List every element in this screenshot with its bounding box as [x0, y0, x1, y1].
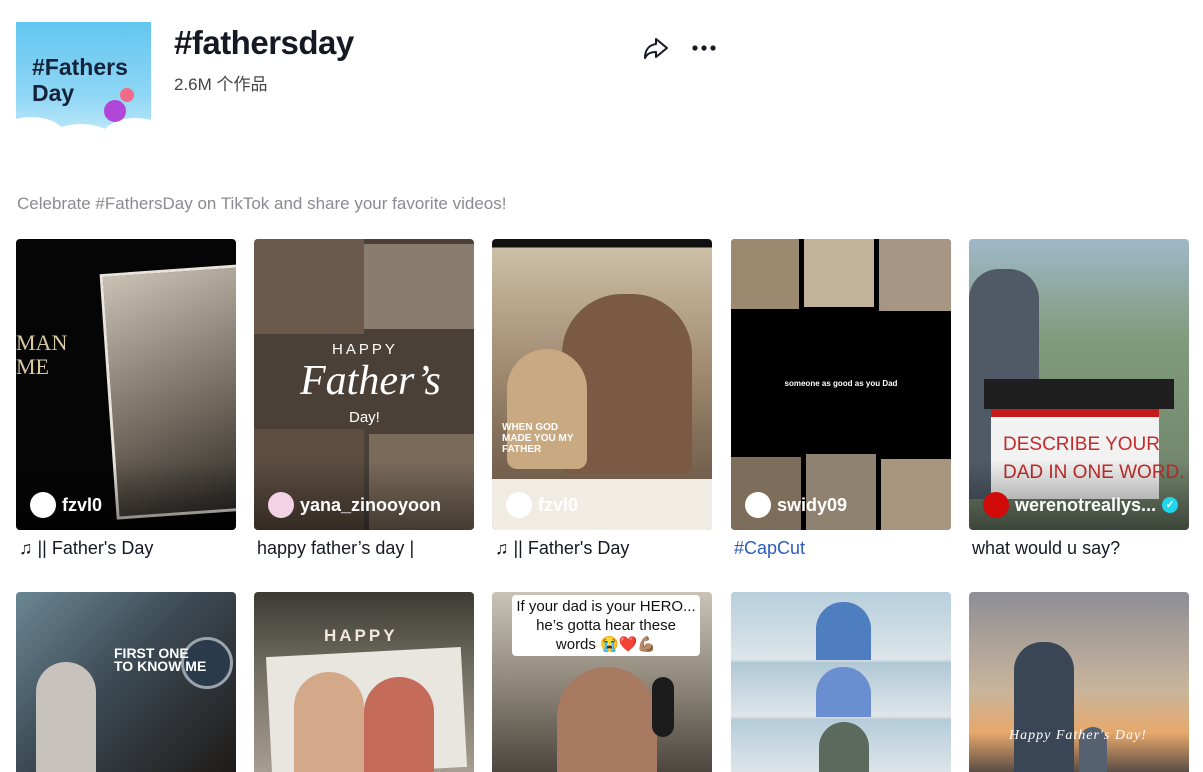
video-card[interactable]: If your dad is your HERO... he’s gotta h…: [492, 592, 712, 772]
overlay-text: MAN ME: [16, 330, 68, 379]
person-shape: [364, 677, 434, 772]
overlay-text: If your dad is your HERO... he’s gotta h…: [512, 595, 700, 656]
photo-fragment: [804, 239, 874, 307]
video-card[interactable]: WHEN GOD MADE YOU MY FATHER fzvl0 ♫ || F…: [492, 239, 712, 559]
author-avatar: [983, 492, 1009, 518]
microphone-shape: [652, 677, 674, 737]
person-shape: [819, 722, 869, 772]
video-thumbnail: WHEN GOD MADE YOU MY FATHER fzvl0: [492, 239, 712, 530]
author-name: yana_zinooyoon: [300, 494, 442, 515]
video-card[interactable]: HAPPY: [254, 592, 474, 772]
cloud-shape: [101, 118, 151, 145]
more-options-button[interactable]: [688, 33, 720, 63]
video-card[interactable]: HAPPY Father’s Day! yana_zinooyoon happy…: [254, 239, 474, 559]
video-author[interactable]: fzvl0: [30, 492, 102, 518]
video-caption[interactable]: happy father’s day |: [254, 538, 474, 559]
video-author[interactable]: fzvl0: [506, 492, 578, 518]
person-shape: [816, 667, 871, 717]
more-horizontal-icon: [692, 45, 716, 51]
video-card[interactable]: DESCRIBE YOUR DAD IN ONE WORD. werenotre…: [969, 239, 1189, 559]
overlay-text: Father’s: [300, 358, 441, 404]
person-shape: [36, 662, 96, 772]
overlay-text: HAPPY: [324, 626, 398, 645]
video-thumbnail: someone as good as you Dad swidy09: [731, 239, 951, 530]
author-name: werenotreallys...: [1015, 494, 1157, 515]
photo-fragment: [254, 239, 364, 334]
video-caption[interactable]: #CapCut: [731, 538, 951, 559]
author-name: fzvl0: [538, 494, 579, 515]
person-shape: [1014, 642, 1074, 772]
share-button[interactable]: [640, 33, 672, 63]
video-count: 2.6M 个作品: [174, 75, 268, 94]
video-card[interactable]: MAN ME fzvl0 ♫ || Father's Day: [16, 239, 236, 559]
figure-illustration: [120, 88, 134, 102]
cover-text: #Fathers Day: [32, 54, 128, 106]
photo-fragment: [731, 239, 799, 309]
photo-fragment: [879, 239, 951, 311]
overlay-text: WHEN GOD MADE YOU MY FATHER: [502, 422, 574, 455]
video-author[interactable]: werenotreallys... ✓: [983, 492, 1179, 518]
video-thumbnail: Happy Father's Day!: [969, 592, 1189, 772]
overlay-text: Happy Father's Day!: [1009, 728, 1147, 743]
author-avatar: [268, 492, 294, 518]
author-avatar: [30, 492, 56, 518]
photo-fragment: [881, 459, 951, 530]
video-thumbnail: DESCRIBE YOUR DAD IN ONE WORD. werenotre…: [969, 239, 1189, 530]
author-avatar: [745, 492, 771, 518]
figure-illustration: [104, 100, 126, 122]
author-name: fzvl0: [62, 494, 103, 515]
page-title: #fathersday: [174, 24, 354, 61]
photo-fragment: [364, 244, 474, 329]
overlay-text: FIRST ONE TO KNOW ME: [114, 645, 207, 674]
video-card[interactable]: Happy Father's Day!: [969, 592, 1189, 772]
share-arrow-icon: [644, 38, 668, 59]
video-author[interactable]: swidy09: [745, 492, 847, 518]
person-shape: [557, 667, 657, 772]
video-card[interactable]: FIRST ONE TO KNOW ME: [16, 592, 236, 772]
overlay-text: someone as good as you Dad: [784, 379, 898, 388]
hashtag-description: Celebrate #FathersDay on TikTok and shar…: [17, 194, 507, 213]
video-card[interactable]: someone as good as you Dad swidy09 #CapC…: [731, 239, 951, 559]
table-shape: [984, 379, 1174, 409]
video-caption[interactable]: ♫ || Father's Day: [492, 538, 712, 559]
verified-badge-icon: ✓: [1162, 497, 1179, 513]
author-name: swidy09: [777, 494, 848, 515]
video-caption[interactable]: ♫ || Father's Day: [16, 538, 236, 559]
author-avatar: [506, 492, 532, 518]
overlay-text: Day!: [349, 409, 380, 426]
video-thumbnail: HAPPY Father’s Day! yana_zinooyoon: [254, 239, 474, 530]
video-thumbnail: HAPPY: [254, 592, 474, 772]
video-thumbnail: MAN ME fzvl0: [16, 239, 236, 530]
overlay-text: HAPPY: [332, 341, 398, 358]
video-thumbnail: FIRST ONE TO KNOW ME: [16, 592, 236, 772]
person-shape: [294, 672, 364, 772]
person-shape: [816, 602, 871, 660]
video-caption[interactable]: what would u say?: [969, 538, 1189, 559]
video-thumbnail: [731, 592, 951, 772]
video-card[interactable]: [731, 592, 951, 772]
video-author[interactable]: yana_zinooyoon: [268, 492, 441, 518]
hashtag-cover-image: #Fathers Day: [16, 22, 151, 145]
video-thumbnail: If your dad is your HERO... he’s gotta h…: [492, 592, 712, 772]
